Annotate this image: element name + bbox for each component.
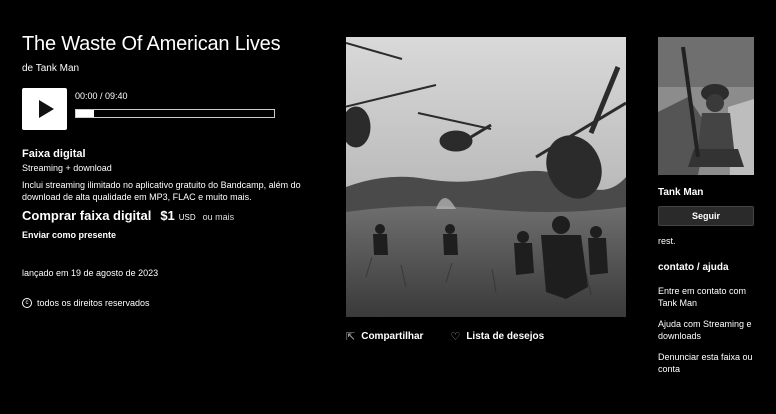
time-display: 00:00 / 09:40 xyxy=(75,91,128,101)
report-link[interactable]: Denunciar esta faixa ou conta xyxy=(658,351,754,375)
artist-location: rest. xyxy=(658,236,676,246)
contact-links: Entre em contato com Tank Man Ajuda com … xyxy=(658,285,754,375)
follow-button[interactable]: Seguir xyxy=(658,206,754,226)
digital-track-section: Faixa digital Streaming + download Inclu… xyxy=(22,148,332,240)
share-button[interactable]: ⇱ Compartilhar xyxy=(346,330,423,343)
artist-link[interactable]: Tank Man xyxy=(36,63,79,74)
artist-photo[interactable] xyxy=(658,37,754,175)
progress-bar[interactable] xyxy=(75,109,275,118)
play-button[interactable] xyxy=(22,88,67,130)
wishlist-button[interactable]: ♡ Lista de desejos xyxy=(450,330,544,343)
price: $1 xyxy=(160,208,175,223)
share-icon: ⇱ xyxy=(346,331,356,343)
play-icon xyxy=(38,100,54,118)
progress-fill xyxy=(76,110,94,117)
audio-player: 00:00 / 09:40 xyxy=(22,88,332,132)
byline: de Tank Man xyxy=(22,63,332,74)
rights-text: todos os direitos reservados xyxy=(37,298,150,308)
share-label: Compartilhar xyxy=(361,331,424,342)
digital-subtitle: Streaming + download xyxy=(22,163,112,173)
buy-row: Comprar faixa digital $1 USD ou mais xyxy=(22,208,332,223)
currency: USD xyxy=(178,213,196,222)
or-more-label: ou mais xyxy=(202,212,235,222)
track-title: The Waste Of American Lives xyxy=(22,33,281,55)
digital-heading: Faixa digital xyxy=(22,148,86,160)
send-as-gift-link[interactable]: Enviar como presente xyxy=(22,230,332,240)
release-date: lançado em 19 de agosto de 2023 xyxy=(22,268,159,278)
album-art-image xyxy=(346,37,626,317)
byline-prefix: de xyxy=(22,63,34,74)
album-art[interactable] xyxy=(346,37,626,317)
contact-artist-link[interactable]: Entre em contato com Tank Man xyxy=(658,285,754,309)
digital-description: Inclui streaming ilimitado no aplicativo… xyxy=(22,180,301,202)
buy-link[interactable]: Comprar faixa digital xyxy=(22,208,151,223)
wishlist-label: Lista de desejos xyxy=(466,331,545,342)
artist-photo-image xyxy=(658,37,754,175)
copyright-icon: c xyxy=(22,298,32,308)
track-info: The Waste Of American Lives de Tank Man … xyxy=(22,32,332,308)
contact-heading: contato / ajuda xyxy=(658,262,729,273)
track-actions: ⇱ Compartilhar ♡ Lista de desejos xyxy=(346,330,544,343)
sidebar-artist-name[interactable]: Tank Man xyxy=(658,187,754,198)
artist-sidebar: Tank Man Seguir rest. contato / ajuda En… xyxy=(658,37,754,375)
rights-notice: c todos os direitos reservados xyxy=(22,298,332,308)
streaming-help-link[interactable]: Ajuda com Streaming e downloads xyxy=(658,318,754,342)
heart-icon: ♡ xyxy=(450,331,461,343)
